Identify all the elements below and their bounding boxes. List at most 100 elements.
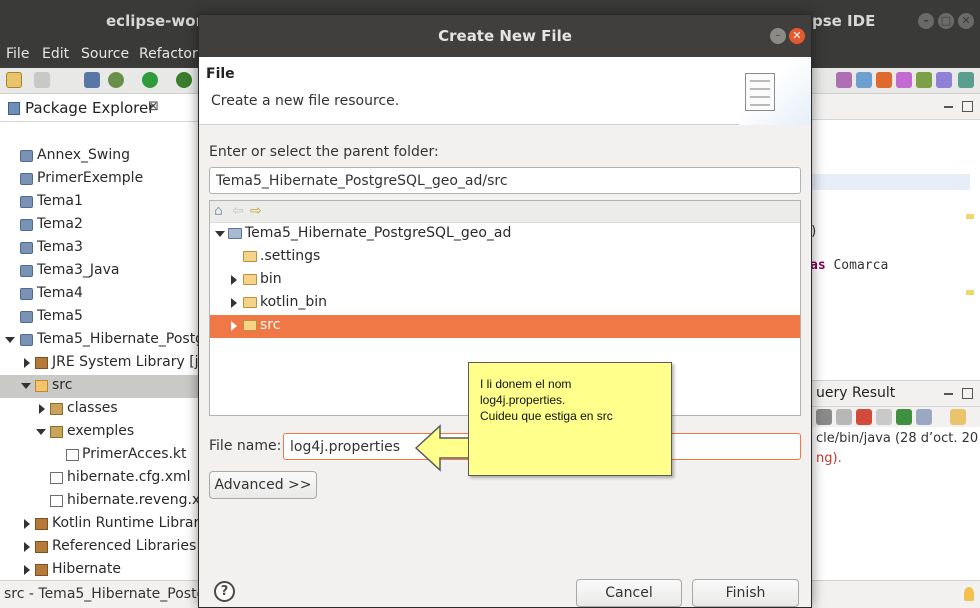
terminate-icon[interactable] (856, 409, 872, 425)
query-result-tab[interactable]: uery Result (810, 381, 980, 407)
maximize-icon[interactable]: □ (938, 13, 954, 29)
expand-icon[interactable] (231, 275, 237, 285)
finish-button[interactable]: Finish (692, 579, 799, 607)
expand-icon[interactable] (24, 358, 30, 368)
tip-bulb-icon[interactable] (964, 587, 974, 601)
expand-icon[interactable] (231, 321, 237, 331)
run-external-icon[interactable] (176, 72, 192, 88)
callout-text-line: log4j.properties. (480, 393, 566, 407)
tree-item[interactable]: Tema2 (0, 214, 200, 237)
menu-file[interactable]: File (6, 46, 29, 62)
tree-item[interactable]: hibernate.reveng.xm (0, 490, 200, 513)
status-text: src - Tema5_Hibernate_Postg (4, 586, 206, 602)
expand-icon[interactable] (24, 519, 30, 529)
expand-icon[interactable] (39, 404, 45, 414)
tree-item[interactable]: Tema4 (0, 283, 200, 306)
tree-item[interactable]: classes (0, 398, 200, 421)
run-icon[interactable] (142, 72, 158, 88)
tree-item[interactable]: exemples (0, 421, 200, 444)
close-icon[interactable]: ✕ (958, 13, 974, 29)
back-arrow-icon[interactable]: ⇦ (232, 203, 244, 219)
tree-item[interactable]: Kotlin Runtime Library (0, 513, 200, 536)
package-explorer: Package Explorer ⊠ Annex_Swing PrimerExe… (0, 94, 200, 580)
tree-node-folder[interactable]: .settings (210, 246, 800, 269)
menu-refactor[interactable]: Refactor (139, 46, 198, 62)
minimize-view-icon[interactable] (944, 106, 953, 108)
project-icon (20, 311, 33, 323)
perspective-icon[interactable] (836, 72, 852, 88)
tree-item[interactable]: PrimerExemple (0, 168, 200, 191)
git-perspective-icon[interactable] (916, 72, 932, 88)
expand-icon[interactable] (24, 542, 30, 552)
overview-marker[interactable] (966, 290, 974, 295)
library-icon (35, 564, 48, 576)
menu-source[interactable]: Source (81, 46, 129, 62)
tree-item-selected[interactable]: src (0, 375, 200, 398)
scroll-lock-icon[interactable] (836, 409, 852, 425)
database-perspective-icon[interactable] (958, 72, 974, 88)
advanced-button[interactable]: Advanced >> (209, 471, 317, 499)
collapse-icon[interactable] (215, 231, 225, 237)
tree-node-project[interactable]: Tema5_Hibernate_PostgreSQL_geo_ad (210, 223, 800, 246)
terminal-icon[interactable] (84, 72, 100, 88)
callout-text-line: Cuideu que estiga en src (480, 409, 613, 423)
kotlin-perspective-icon[interactable] (876, 72, 892, 88)
tree-item[interactable]: Tema3_Java (0, 260, 200, 283)
dialog-header: File Create a new file resource. (199, 57, 811, 125)
tree-item[interactable]: JRE System Library [ja (0, 352, 200, 375)
package-icon (50, 403, 63, 415)
maximize-view-icon[interactable] (962, 388, 973, 399)
tree-item[interactable]: Tema3 (0, 237, 200, 260)
tree-item[interactable]: Annex_Swing (0, 145, 200, 168)
close-tab-icon[interactable]: ⊠ (148, 99, 159, 114)
package-explorer-tab[interactable]: Package Explorer ⊠ (0, 94, 200, 122)
tree-item[interactable]: Hibernate (0, 559, 200, 582)
tree-item[interactable]: Tema1 (0, 191, 200, 214)
cancel-button[interactable]: Cancel (576, 579, 682, 607)
project-icon (20, 334, 33, 346)
debug-icon[interactable] (108, 72, 124, 88)
home-icon[interactable]: ⌂ (214, 203, 223, 219)
team-perspective-icon[interactable] (936, 72, 952, 88)
collapse-icon[interactable] (36, 429, 46, 435)
minimize-view-icon[interactable] (944, 393, 953, 395)
save-icon[interactable] (34, 72, 50, 88)
tree-node-folder-selected[interactable]: src (210, 315, 800, 338)
tree-item[interactable]: PrimerAcces.kt (0, 444, 200, 467)
editor-area: ) as Comarca uery Result cle/bin/java (2… (810, 94, 980, 580)
pin-console-icon[interactable] (896, 409, 912, 425)
tree-item[interactable]: hibernate.cfg.xml (0, 467, 200, 490)
remove-launch-icon[interactable] (876, 409, 892, 425)
expand-icon[interactable] (24, 565, 30, 575)
tree-item[interactable]: Tema5 (0, 306, 200, 329)
tree-node-folder[interactable]: kotlin_bin (210, 292, 800, 315)
new-file-banner-icon (739, 57, 811, 125)
debug-perspective-icon[interactable] (896, 72, 912, 88)
help-icon[interactable]: ? (214, 581, 235, 602)
project-icon (20, 288, 33, 300)
dialog-titlebar[interactable]: Create New File – ✕ (199, 15, 811, 57)
minimize-icon[interactable]: – (918, 13, 934, 29)
collapse-icon[interactable] (5, 337, 15, 343)
collapse-icon[interactable] (21, 383, 31, 389)
new-icon[interactable] (6, 72, 22, 88)
project-icon (20, 242, 33, 254)
dialog-close-icon[interactable]: ✕ (789, 28, 805, 44)
tree-item[interactable]: Referenced Libraries (0, 536, 200, 559)
source-folder-icon (243, 320, 257, 331)
display-console-icon[interactable] (916, 409, 932, 425)
project-icon (20, 265, 33, 277)
forward-arrow-icon[interactable]: ⇨ (250, 203, 262, 219)
open-console-icon[interactable] (950, 409, 966, 425)
project-icon (20, 150, 33, 162)
maximize-view-icon[interactable] (962, 101, 973, 112)
parent-folder-input[interactable] (209, 167, 801, 194)
clear-console-icon[interactable] (816, 409, 832, 425)
java-perspective-icon[interactable] (856, 72, 872, 88)
expand-icon[interactable] (231, 298, 237, 308)
overview-marker[interactable] (966, 214, 974, 219)
tree-item[interactable]: Tema5_Hibernate_Postg (0, 329, 200, 352)
tree-node-folder[interactable]: bin (210, 269, 800, 292)
menu-edit[interactable]: Edit (42, 46, 69, 62)
dialog-minimize-icon[interactable]: – (770, 28, 786, 44)
